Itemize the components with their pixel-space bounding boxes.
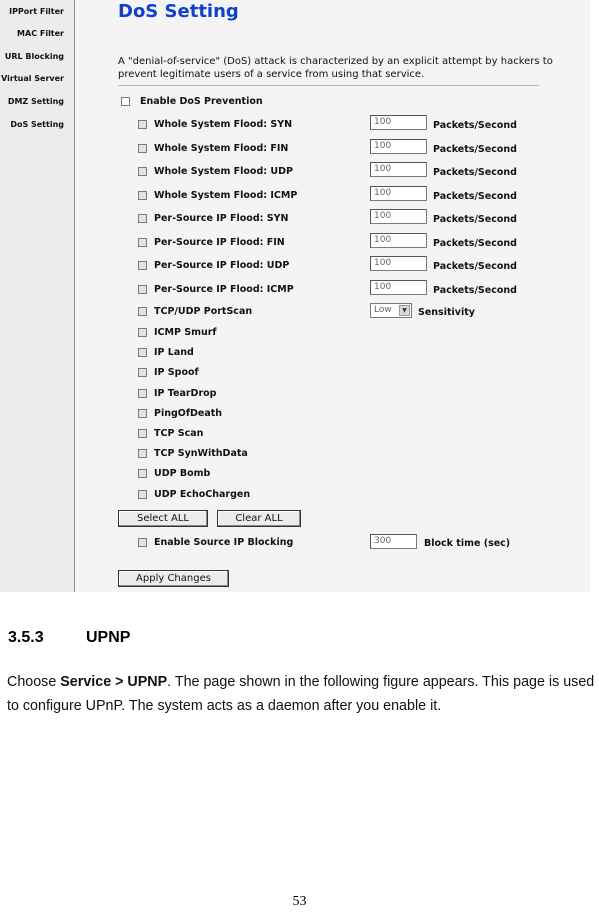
flood-unit-label: Packets/Second — [433, 214, 517, 225]
block-time-label: Block time (sec) — [424, 538, 511, 549]
sidebar: IPPort Filter MAC Filter URL Blocking Vi… — [0, 0, 75, 592]
flood-checkbox[interactable] — [138, 237, 147, 247]
clear-all-button[interactable]: Clear ALL — [217, 510, 301, 527]
menu-path: Service > UPNP — [60, 674, 168, 690]
flood-unit-label: Packets/Second — [433, 261, 517, 272]
flood-checkbox[interactable] — [138, 190, 147, 200]
section-number: 3.5.3 — [8, 629, 44, 646]
flood-rate-input[interactable]: 100 — [370, 209, 427, 224]
sensitivity-select[interactable]: Low ▼ — [370, 303, 412, 318]
flood-unit-label: Packets/Second — [433, 143, 517, 155]
chevron-down-icon[interactable]: ▼ — [399, 305, 410, 316]
attack-checkbox[interactable] — [138, 429, 147, 438]
flood-rate-input[interactable]: 100 — [370, 232, 427, 248]
attack-checkbox[interactable] — [138, 388, 147, 398]
attack-label: UDP EchoChargen — [154, 488, 251, 500]
sidebar-item-dos-setting[interactable]: DoS Setting — [10, 120, 64, 129]
attack-checkbox[interactable] — [138, 469, 147, 479]
flood-checkbox[interactable] — [138, 214, 147, 223]
source-ip-blocking-checkbox[interactable] — [138, 538, 147, 547]
flood-checkbox[interactable] — [138, 120, 147, 129]
attack-label: IP TearDrop — [154, 387, 217, 399]
portscan-checkbox[interactable] — [138, 307, 147, 316]
section-heading: 3.5.3 UPNP — [8, 629, 130, 647]
flood-label: Whole System Flood: ICMP — [154, 189, 298, 201]
attack-checkbox[interactable] — [138, 449, 147, 459]
select-all-button[interactable]: Select ALL — [118, 510, 208, 527]
flood-unit-label: Packets/Second — [433, 284, 517, 296]
attack-checkbox[interactable] — [138, 348, 147, 358]
divider — [118, 85, 539, 86]
body-paragraph: Choose Service > UPNP. The page shown in… — [7, 670, 597, 718]
page-description: A "denial-of-service" (DoS) attack is ch… — [118, 56, 553, 80]
flood-label: Whole System Flood: UDP — [154, 166, 293, 177]
flood-unit-label: Packets/Second — [433, 237, 517, 249]
apply-changes-button[interactable]: Apply Changes — [118, 570, 229, 587]
sidebar-item-dmz-setting[interactable]: DMZ Setting — [8, 97, 64, 106]
attack-label: UDP Bomb — [154, 468, 211, 480]
flood-label: Per-Source IP Flood: ICMP — [154, 283, 294, 295]
flood-label: Whole System Flood: SYN — [154, 119, 293, 130]
flood-rate-input[interactable]: 100 — [370, 256, 427, 271]
flood-checkbox[interactable] — [138, 284, 147, 294]
sensitivity-label: Sensitivity — [418, 307, 475, 318]
flood-label: Whole System Flood: FIN — [154, 142, 289, 154]
flood-rate-input[interactable]: 100 — [370, 138, 427, 154]
sidebar-item-ipport-filter[interactable]: IPPort Filter — [9, 7, 64, 16]
sensitivity-value: Low — [374, 305, 392, 315]
block-time-input[interactable]: 300 — [370, 534, 417, 549]
portscan-label: TCP/UDP PortScan — [154, 306, 253, 317]
flood-unit-label: Packets/Second — [433, 190, 517, 202]
paragraph-prefix: Choose — [7, 674, 61, 690]
screenshot-figure: IPPort Filter MAC Filter URL Blocking Vi… — [0, 0, 590, 592]
attack-label: ICMP Smurf — [154, 327, 217, 338]
flood-label: Per-Source IP Flood: SYN — [154, 213, 289, 224]
attack-checkbox[interactable] — [138, 489, 147, 499]
enable-dos-checkbox[interactable] — [121, 97, 130, 106]
flood-rate-input[interactable]: 100 — [370, 185, 427, 201]
flood-unit-label: Packets/Second — [433, 167, 517, 178]
flood-checkbox[interactable] — [138, 167, 147, 176]
section-title: UPNP — [86, 629, 131, 646]
page-title: DoS Setting — [118, 1, 239, 22]
sidebar-item-mac-filter[interactable]: MAC Filter — [17, 29, 64, 38]
sidebar-item-url-blocking[interactable]: URL Blocking — [5, 52, 64, 61]
sidebar-item-virtual-server[interactable]: Virtual Server — [1, 74, 64, 83]
flood-checkbox[interactable] — [138, 261, 147, 270]
flood-label: Per-Source IP Flood: FIN — [154, 236, 285, 248]
attack-label: TCP Scan — [154, 428, 204, 439]
flood-label: Per-Source IP Flood: UDP — [154, 260, 290, 271]
attack-label: PingOfDeath — [154, 407, 223, 419]
dos-panel: DoS Setting A "denial-of-service" (DoS) … — [75, 0, 590, 592]
attack-label: TCP SynWithData — [154, 448, 248, 460]
enable-dos-label: Enable DoS Prevention — [140, 96, 263, 107]
flood-rate-input[interactable]: 100 — [370, 162, 427, 177]
flood-rate-input[interactable]: 100 — [370, 115, 427, 130]
attack-checkbox[interactable] — [138, 328, 147, 337]
attack-label: IP Land — [154, 347, 194, 359]
source-ip-blocking-label: Enable Source IP Blocking — [154, 537, 294, 548]
attack-checkbox[interactable] — [138, 408, 147, 418]
flood-rate-input[interactable]: 100 — [370, 279, 427, 295]
flood-unit-label: Packets/Second — [433, 120, 517, 131]
attack-checkbox[interactable] — [138, 368, 147, 378]
flood-checkbox[interactable] — [138, 143, 147, 153]
attack-label: IP Spoof — [154, 367, 199, 379]
page-number: 53 — [292, 894, 307, 909]
